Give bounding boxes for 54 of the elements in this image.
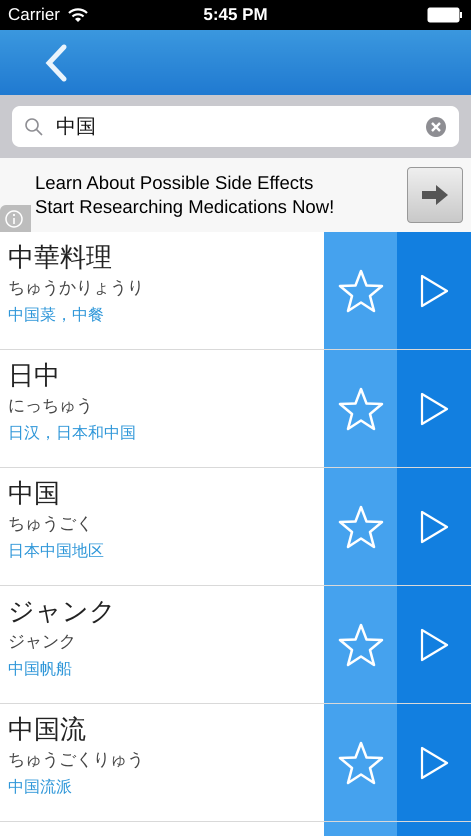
word-reading: ちゅうごくりゅう <box>8 749 145 771</box>
star-icon <box>338 386 384 430</box>
play-icon <box>419 510 449 544</box>
play-button[interactable] <box>397 468 471 585</box>
word-title: 日中 <box>8 359 61 392</box>
ad-text: Learn About Possible Side Effects <box>35 171 314 195</box>
star-icon <box>338 622 384 666</box>
star-icon <box>338 740 384 784</box>
result-row[interactable]: 中国 ちゅうごく 日本中国地区 <box>0 468 471 586</box>
word-meaning: 日本中国地区 <box>8 542 105 562</box>
carrier-label: Carrier <box>8 4 60 26</box>
ad-text: Start Researching Medications Now! <box>35 195 336 219</box>
play-icon <box>419 628 449 662</box>
play-icon <box>419 274 449 308</box>
favorite-button[interactable] <box>324 586 397 703</box>
word-meaning: 中国菜，中餐 <box>8 306 105 326</box>
word-title: ジャンク <box>8 595 117 628</box>
right-arrow-icon <box>422 185 448 205</box>
word-title: 中国流 <box>8 713 87 746</box>
star-icon <box>338 268 384 312</box>
word-meaning: 日汉，日本和中国 <box>8 424 137 444</box>
favorite-button[interactable] <box>324 468 397 585</box>
word-title: 中華料理 <box>8 241 113 274</box>
back-chevron-icon <box>44 44 68 82</box>
word-reading: ちゅうごく <box>8 513 94 535</box>
star-icon <box>338 504 384 548</box>
word-reading: ジャンク <box>8 631 77 653</box>
clear-icon[interactable] <box>425 116 447 138</box>
word-meaning: 中国流派 <box>8 778 73 798</box>
favorite-button[interactable] <box>324 232 397 349</box>
play-button[interactable] <box>397 232 471 349</box>
ad-arrow-button[interactable] <box>407 167 463 223</box>
word-title: 中国 <box>8 477 61 510</box>
search-icon <box>24 116 44 136</box>
word-meaning: 中国帆船 <box>8 660 73 680</box>
play-button[interactable] <box>397 350 471 467</box>
wifi-icon <box>68 8 88 22</box>
play-button[interactable] <box>397 704 471 821</box>
result-row[interactable]: 中華料理 ちゅうかりょうり 中国菜，中餐 <box>0 232 471 350</box>
search-field[interactable]: 中国 <box>12 106 459 147</box>
time-label: 5:45 PM <box>203 4 268 26</box>
result-row[interactable]: 日中 にっちゅう 日汉，日本和中国 <box>0 350 471 468</box>
favorite-button[interactable] <box>324 704 397 821</box>
ad-banner[interactable]: Learn About Possible Side Effects Start Researching Medications Now! <box>0 158 471 232</box>
word-reading: にっちゅう <box>8 395 94 417</box>
word-reading: ちゅうかりょうり <box>8 277 145 299</box>
info-icon[interactable] <box>0 205 31 232</box>
result-row[interactable]: ジャンク ジャンク 中国帆船 <box>0 586 471 704</box>
result-row[interactable]: 中国流 ちゅうごくりゅう 中国流派 <box>0 704 471 822</box>
play-icon <box>419 746 449 780</box>
battery-icon <box>427 7 463 23</box>
favorite-button[interactable] <box>324 350 397 467</box>
play-button[interactable] <box>397 586 471 703</box>
play-icon <box>419 392 449 426</box>
